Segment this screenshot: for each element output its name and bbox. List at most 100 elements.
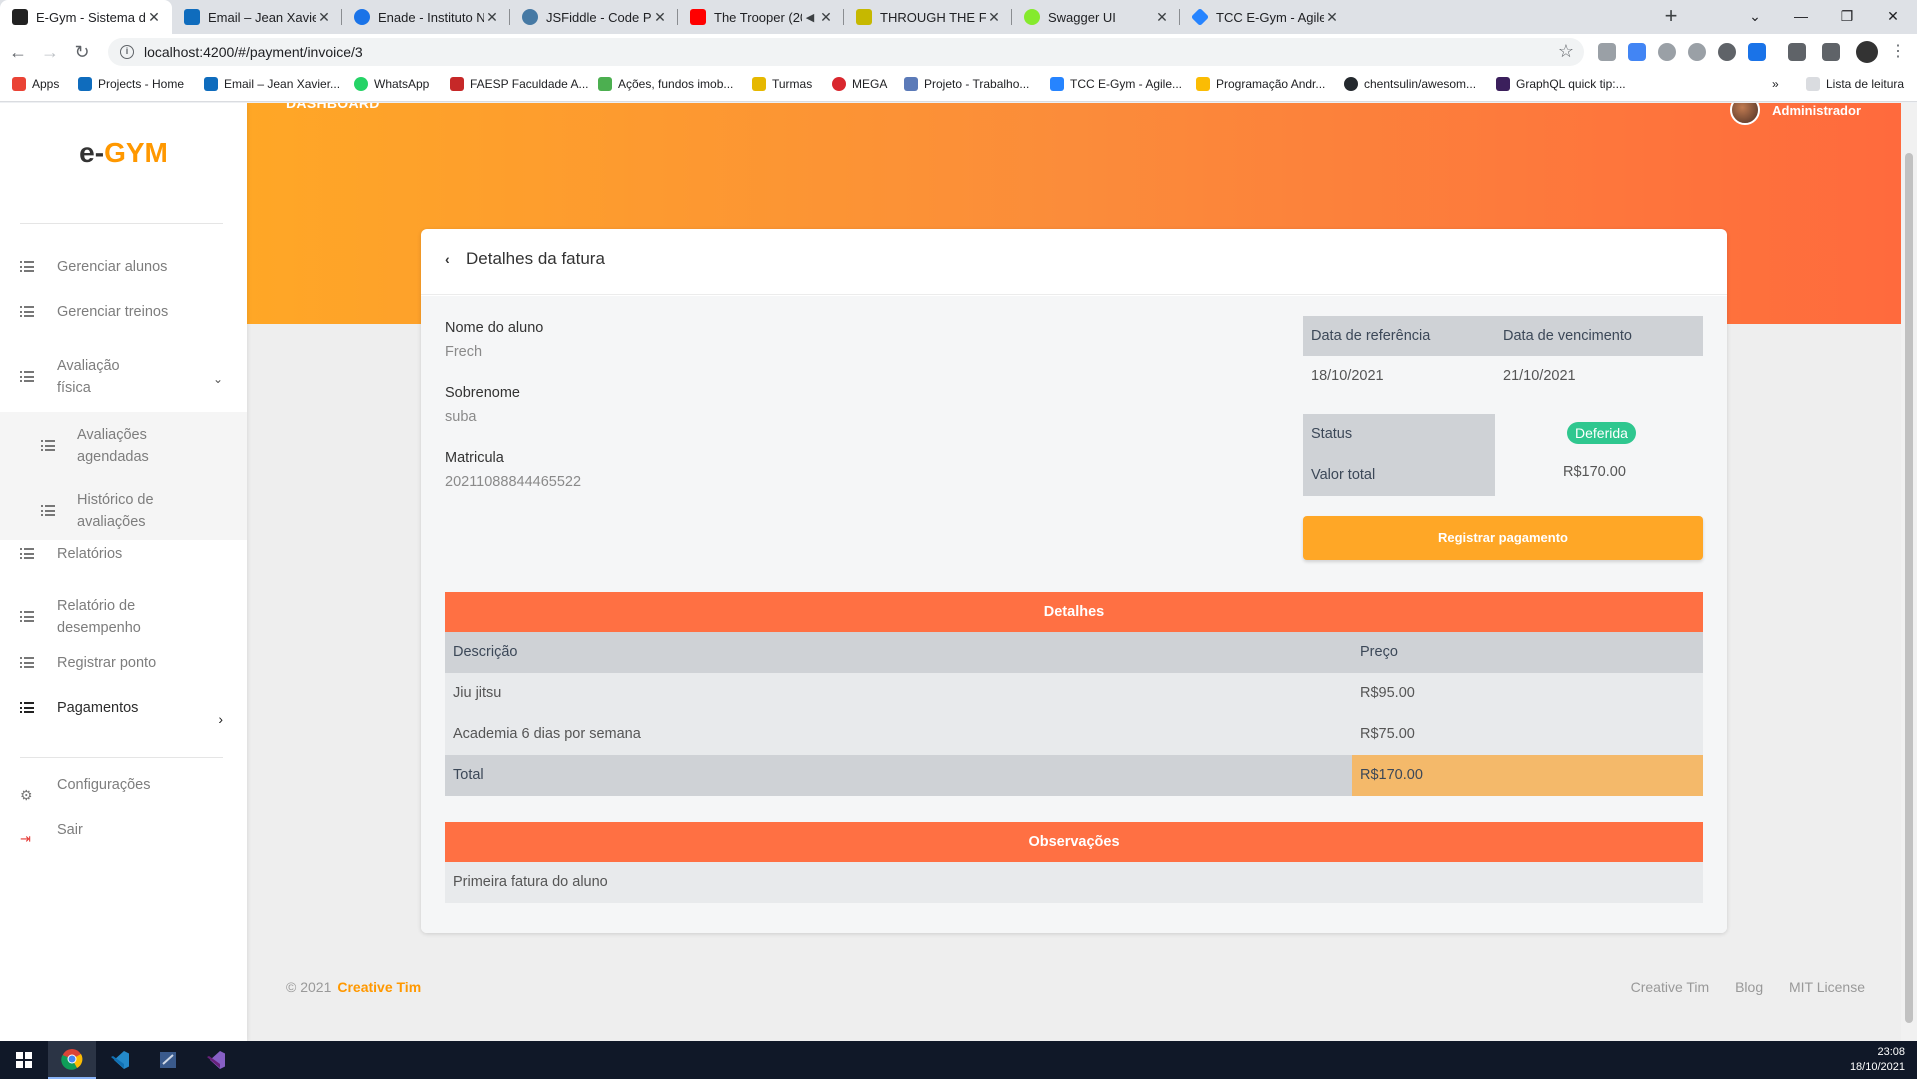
sidebar-item-relatorio-desempenho[interactable]: Relatório de desempenho — [0, 595, 247, 639]
reading-list-button[interactable]: Lista de leitura — [1806, 77, 1904, 91]
close-tab-icon[interactable]: ✕ — [1324, 9, 1340, 26]
visual-studio-taskbar-icon[interactable] — [192, 1041, 240, 1079]
register-payment-button[interactable]: Registrar pagamento — [1303, 516, 1703, 560]
bookmark-apps[interactable]: Apps — [12, 77, 59, 91]
table-row: Jiu jitsu R$95.00 — [445, 673, 1703, 714]
system-clock[interactable]: 23:08 18/10/2021 — [1850, 1045, 1905, 1075]
due-date-header: Data de vencimento — [1495, 316, 1703, 356]
tab-search-icon[interactable]: ⌄ — [1732, 0, 1778, 34]
bookmark-mega[interactable]: MEGA — [832, 77, 887, 91]
bookmark-star-icon[interactable]: ☆ — [1558, 41, 1574, 62]
close-tab-icon[interactable]: ✕ — [1154, 9, 1170, 26]
new-tab-button[interactable]: + — [1658, 4, 1684, 30]
tab-swagger[interactable]: Swagger UI ✕ — [1012, 0, 1180, 34]
minimize-button[interactable]: — — [1778, 0, 1824, 34]
puzzle-extensions-icon[interactable] — [1788, 43, 1806, 61]
tab-youtube[interactable]: The Trooper (2015 Ren ◀ ✕ — [678, 0, 844, 34]
bookmark-email[interactable]: Email – Jean Xavier... — [204, 77, 340, 91]
skype-extension-icon[interactable] — [1748, 43, 1766, 61]
profile-avatar[interactable] — [1856, 41, 1878, 63]
restore-button[interactable]: ❐ — [1824, 0, 1870, 34]
more-bookmarks-icon[interactable]: » — [1772, 77, 1779, 91]
bookmark-github[interactable]: chentsulin/awesom... — [1344, 77, 1476, 91]
student-name-label: Nome do aluno — [445, 320, 544, 336]
scrollbar-thumb[interactable] — [1905, 153, 1913, 1023]
list-icon — [20, 611, 36, 623]
windows-start-icon[interactable] — [0, 1041, 48, 1079]
card-header: ‹ Detalhes da fatura — [421, 229, 1727, 295]
user-menu[interactable]: Administrador — [1730, 103, 1861, 125]
url-bar[interactable]: i localhost:4200/#/payment/invoice/3 ☆ — [108, 38, 1584, 66]
bookmark-tcc[interactable]: TCC E-Gym - Agile... — [1050, 77, 1182, 91]
forward-arrow-icon[interactable]: → — [38, 40, 62, 64]
status-label-box: Status Valor total — [1303, 414, 1495, 496]
close-tab-icon[interactable]: ✕ — [484, 9, 500, 26]
bookmark-turmas[interactable]: Turmas — [752, 77, 812, 91]
tab-enade[interactable]: Enade - Instituto Nacional ✕ — [342, 0, 510, 34]
extension-icon[interactable] — [1688, 43, 1706, 61]
app-logo[interactable]: e-GYM — [0, 137, 247, 169]
footer-link-license[interactable]: MIT License — [1789, 979, 1865, 995]
close-tab-icon[interactable]: ✕ — [986, 9, 1002, 26]
extension-icon[interactable] — [1718, 43, 1736, 61]
vscode-taskbar-icon[interactable] — [96, 1041, 144, 1079]
browser-tab-bar: E-Gym - Sistema de gerenc ✕ Email – Jean… — [0, 0, 1917, 34]
chrome-taskbar-icon[interactable] — [48, 1041, 96, 1079]
address-toolbar: ← → ↻ i localhost:4200/#/payment/invoice… — [0, 34, 1917, 70]
bookmark-icon — [78, 77, 92, 91]
tab-outlook[interactable]: Email – Jean Xavier – Outlo ✕ — [172, 0, 342, 34]
footer-link-blog[interactable]: Blog — [1735, 979, 1763, 995]
bookmark-graphql[interactable]: GraphQL quick tip:... — [1496, 77, 1626, 91]
bookmark-icon — [904, 77, 918, 91]
tab-agile-board[interactable]: TCC E-Gym - Agile board - ✕ — [1180, 0, 1350, 34]
close-tab-icon[interactable]: ✕ — [652, 9, 668, 26]
reload-icon[interactable]: ↻ — [70, 40, 94, 64]
chevron-left-icon[interactable]: ‹ — [445, 251, 450, 267]
close-tab-icon[interactable]: ✕ — [146, 9, 162, 26]
list-icon — [20, 657, 36, 669]
bookmark-faesp[interactable]: FAESP Faculdade A... — [450, 77, 589, 91]
back-arrow-icon[interactable]: ← — [6, 40, 30, 64]
bookmark-projeto[interactable]: Projeto - Trabalho... — [904, 77, 1029, 91]
page-scrollbar[interactable] — [1901, 103, 1917, 1041]
extension-icon[interactable] — [1658, 43, 1676, 61]
navbar-brand[interactable]: DASHBOARD — [286, 103, 380, 111]
edge-icon — [354, 9, 370, 25]
table-total-row: Total R$170.00 — [445, 755, 1703, 796]
github-icon — [1344, 77, 1358, 91]
ssms-taskbar-icon[interactable] — [144, 1041, 192, 1079]
surname-value: suba — [445, 409, 477, 425]
table-row: Academia 6 dias por semana R$75.00 — [445, 714, 1703, 755]
menu-dots-icon[interactable]: ⋮ — [1886, 40, 1910, 64]
eyedropper-extension-icon[interactable] — [1598, 43, 1616, 61]
close-window-button[interactable]: ✕ — [1870, 0, 1916, 34]
status-badge: Deferida — [1567, 422, 1636, 444]
translate-extension-icon[interactable] — [1628, 43, 1646, 61]
sidebar-item-historico-avaliacoes[interactable]: Histórico de avaliações — [0, 489, 247, 533]
youtube-icon — [690, 9, 706, 25]
list-icon — [20, 306, 36, 318]
site-info-icon[interactable]: i — [120, 45, 134, 59]
bookmark-programacao[interactable]: Programação Andr... — [1196, 77, 1325, 91]
gear-icon: ⚙ — [20, 787, 33, 803]
bookmark-projects-home[interactable]: Projects - Home — [78, 77, 184, 91]
close-tab-icon[interactable]: ✕ — [316, 9, 332, 26]
speaker-icon[interactable]: ◀ — [802, 11, 818, 24]
sidebar-item-avaliacoes-agendadas[interactable]: Avaliações agendadas — [0, 424, 247, 468]
whatsapp-icon — [354, 77, 368, 91]
tab-jsfiddle[interactable]: JSFiddle - Code Playgroun ✕ — [510, 0, 678, 34]
bookmark-icon — [598, 77, 612, 91]
reading-list-icon[interactable] — [1822, 43, 1840, 61]
registration-label: Matricula — [445, 450, 504, 466]
close-tab-icon[interactable]: ✕ — [818, 9, 834, 26]
footer-link-creative-tim[interactable]: Creative Tim — [1631, 979, 1710, 995]
outlook-icon — [204, 77, 218, 91]
table-header-row: Descrição Preço — [445, 632, 1703, 673]
bookmark-acoes[interactable]: Ações, fundos imob... — [598, 77, 733, 91]
bookmark-whatsapp[interactable]: WhatsApp — [354, 77, 429, 91]
footer-brand-link[interactable]: Creative Tim — [337, 979, 421, 995]
tab-through-the-fire[interactable]: THROUGH THE FIRE AND F ✕ — [844, 0, 1012, 34]
column-header-price: Preço — [1360, 644, 1398, 660]
sidebar-item-avaliacao-fisica[interactable]: Avaliação física ⌄ — [0, 355, 247, 399]
tab-egym[interactable]: E-Gym - Sistema de gerenc ✕ — [0, 0, 172, 34]
